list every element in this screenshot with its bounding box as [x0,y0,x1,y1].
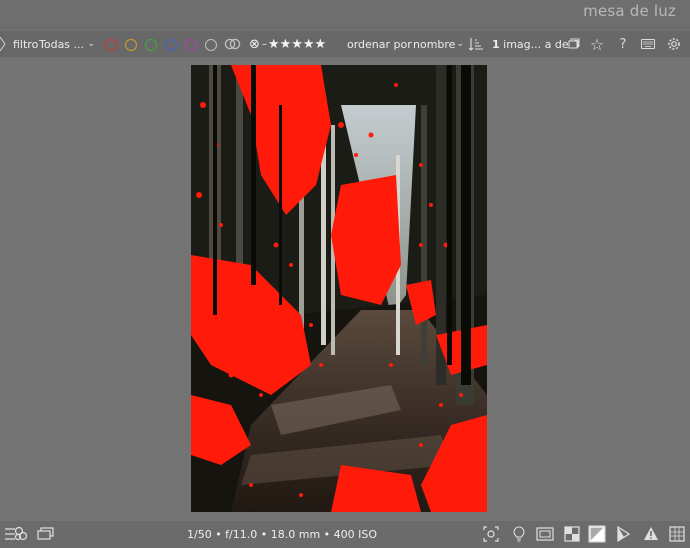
count-middle: imag... [503,37,542,51]
gamut-check-icon[interactable] [614,525,632,543]
star-icon[interactable]: ★ [291,38,303,51]
grouping-icon[interactable] [566,31,582,57]
star-icon[interactable]: ★ [268,38,280,51]
star-icon[interactable]: ★ [280,38,292,51]
sort-dropdown[interactable]: nombre ⌄ [406,31,464,57]
filter-dropdown[interactable]: Todas ... ⌄ [39,31,95,57]
color-label-clear-button[interactable] [205,39,217,51]
filter-dropdown-value: Todas ... [39,37,85,51]
photo-forest-path[interactable] [191,65,487,512]
keyboard-shortcuts-icon[interactable] [640,31,656,57]
sort-direction-icon[interactable] [469,31,483,57]
sort-label: ordenar por [347,37,412,51]
preferences-star-icon[interactable]: ☆ [589,31,605,57]
chevron-down-icon: ⌄ [456,39,464,49]
color-label-blue-button[interactable] [165,39,177,51]
bottom-toolbar: 1/50 • f/11.0 • 18.0 mm • 400 ISO [0,521,690,548]
color-label-yellow-button[interactable] [125,39,137,51]
filter-label: filtro [13,37,39,51]
color-label-purple-button[interactable] [185,39,197,51]
panel-collapse-icon[interactable] [0,31,6,57]
color-label-and-or-toggle[interactable] [224,31,242,57]
overexposed-clipping-icon[interactable] [588,525,606,543]
gear-icon[interactable] [666,31,682,57]
warning-icon[interactable] [642,525,660,543]
color-label-red-button[interactable] [105,39,117,51]
image-exif-info: 1/50 • f/11.0 • 18.0 mm • 400 ISO [187,528,378,541]
star-icon[interactable]: ★ [303,38,315,51]
reject-icon[interactable]: ⊗ [249,37,260,52]
raw-overexposed-icon[interactable] [536,525,554,543]
styles-icon[interactable] [12,525,30,543]
help-icon[interactable]: ? [615,31,631,57]
focus-peaking-icon[interactable] [482,525,500,543]
color-label-green-button[interactable] [145,39,157,51]
sort-dropdown-value: nombre [413,37,456,51]
star-icon[interactable]: ★ [315,38,327,51]
color-assessment-icon[interactable] [510,525,528,543]
second-window-icon[interactable] [37,525,55,543]
guides-icon[interactable] [668,525,686,543]
softproof-icon[interactable] [563,525,581,543]
filter-toolbar: filtro Todas ... ⌄ ⊗ – ★ ★ ★ ★ ★ ordenar… [0,31,690,57]
chevron-down-icon: ⌄ [87,39,95,49]
view-title[interactable]: mesa de luz [583,2,676,20]
count-selected: 1 [492,37,500,51]
rating-filter[interactable]: ⊗ – ★ ★ ★ ★ ★ [249,31,339,57]
rating-separator-icon: – [261,38,267,50]
view-header: mesa de luz [0,0,690,30]
